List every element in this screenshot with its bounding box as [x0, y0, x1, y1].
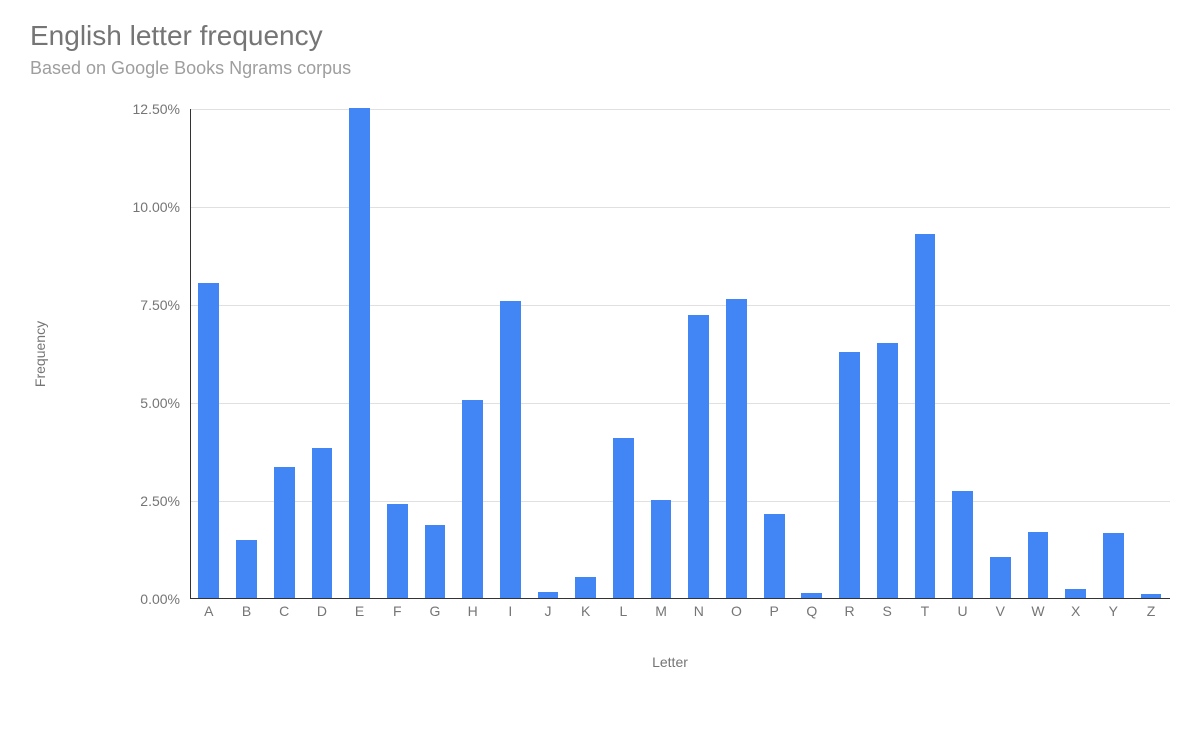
x-tick-label: B: [228, 603, 266, 619]
x-tick-label: I: [492, 603, 530, 619]
bar-B: [236, 540, 257, 598]
bar-W: [1028, 532, 1049, 598]
x-tick-labels: ABCDEFGHIJKLMNOPQRSTUVWXYZ: [190, 603, 1170, 619]
bar-slot: [1132, 109, 1170, 598]
bar-I: [500, 301, 521, 598]
bar-D: [312, 448, 333, 598]
bar-C: [274, 467, 295, 598]
y-tick-label: 5.00%: [110, 395, 180, 411]
x-tick-label: K: [567, 603, 605, 619]
x-tick-label: C: [265, 603, 303, 619]
x-tick-label: V: [981, 603, 1019, 619]
bar-slot: [755, 109, 793, 598]
x-tick-label: Y: [1095, 603, 1133, 619]
bar-N: [688, 315, 709, 598]
x-tick-label: Q: [793, 603, 831, 619]
bar-slot: [906, 109, 944, 598]
bar-O: [726, 299, 747, 598]
bar-J: [538, 592, 559, 598]
bar-slot: [1057, 109, 1095, 598]
bar-E: [349, 108, 370, 598]
x-tick-label: R: [831, 603, 869, 619]
x-tick-label: S: [868, 603, 906, 619]
bar-slot: [454, 109, 492, 598]
plot-area: Frequency 0.00%2.50%5.00%7.50%10.00%12.5…: [170, 109, 1170, 599]
bar-Z: [1141, 594, 1162, 598]
bar-slot: [265, 109, 303, 598]
bar-K: [575, 577, 596, 598]
x-tick-label: M: [642, 603, 680, 619]
x-axis-label: Letter: [170, 654, 1170, 670]
bar-slot: [981, 109, 1019, 598]
x-tick-label: A: [190, 603, 228, 619]
y-tick-label: 10.00%: [110, 199, 180, 215]
chart-title: English letter frequency: [30, 20, 1170, 52]
bar-slot: [190, 109, 228, 598]
y-tick-label: 7.50%: [110, 297, 180, 313]
bar-T: [915, 234, 936, 598]
bar-slot: [793, 109, 831, 598]
x-tick-label: E: [341, 603, 379, 619]
bar-slot: [341, 109, 379, 598]
bar-L: [613, 438, 634, 598]
x-tick-label: F: [378, 603, 416, 619]
bar-R: [839, 352, 860, 598]
bar-S: [877, 343, 898, 598]
bar-A: [198, 283, 219, 598]
x-tick-label: H: [454, 603, 492, 619]
x-tick-label: Z: [1132, 603, 1170, 619]
y-axis-label: Frequency: [32, 321, 48, 387]
x-tick-label: O: [718, 603, 756, 619]
bar-V: [990, 557, 1011, 598]
bar-G: [425, 525, 446, 598]
bar-slot: [228, 109, 266, 598]
bar-slot: [416, 109, 454, 598]
bar-X: [1065, 589, 1086, 598]
bar-Q: [801, 593, 822, 598]
bar-M: [651, 500, 672, 598]
chart-subtitle: Based on Google Books Ngrams corpus: [30, 58, 1170, 79]
bar-slot: [868, 109, 906, 598]
bar-slot: [718, 109, 756, 598]
bar-P: [764, 514, 785, 598]
y-tick-label: 2.50%: [110, 493, 180, 509]
x-tick-label: X: [1057, 603, 1095, 619]
bar-slot: [605, 109, 643, 598]
bar-slot: [1019, 109, 1057, 598]
x-tick-label: G: [416, 603, 454, 619]
bar-slot: [378, 109, 416, 598]
bar-slot: [642, 109, 680, 598]
y-tick-label: 0.00%: [110, 591, 180, 607]
bar-slot: [529, 109, 567, 598]
bar-slot: [492, 109, 530, 598]
bar-slot: [680, 109, 718, 598]
bars-region: [190, 109, 1170, 599]
x-tick-label: N: [680, 603, 718, 619]
bar-H: [462, 400, 483, 598]
x-tick-label: J: [529, 603, 567, 619]
bar-slot: [831, 109, 869, 598]
bar-slot: [567, 109, 605, 598]
x-tick-label: T: [906, 603, 944, 619]
bar-slot: [303, 109, 341, 598]
chart-container: English letter frequency Based on Google…: [30, 20, 1170, 599]
y-tick-label: 12.50%: [110, 101, 180, 117]
x-tick-label: W: [1019, 603, 1057, 619]
x-tick-label: L: [605, 603, 643, 619]
bar-slot: [1095, 109, 1133, 598]
bar-F: [387, 504, 408, 598]
x-tick-label: U: [944, 603, 982, 619]
x-tick-label: D: [303, 603, 341, 619]
bar-Y: [1103, 533, 1124, 598]
bar-U: [952, 491, 973, 598]
bar-slot: [944, 109, 982, 598]
x-tick-label: P: [755, 603, 793, 619]
